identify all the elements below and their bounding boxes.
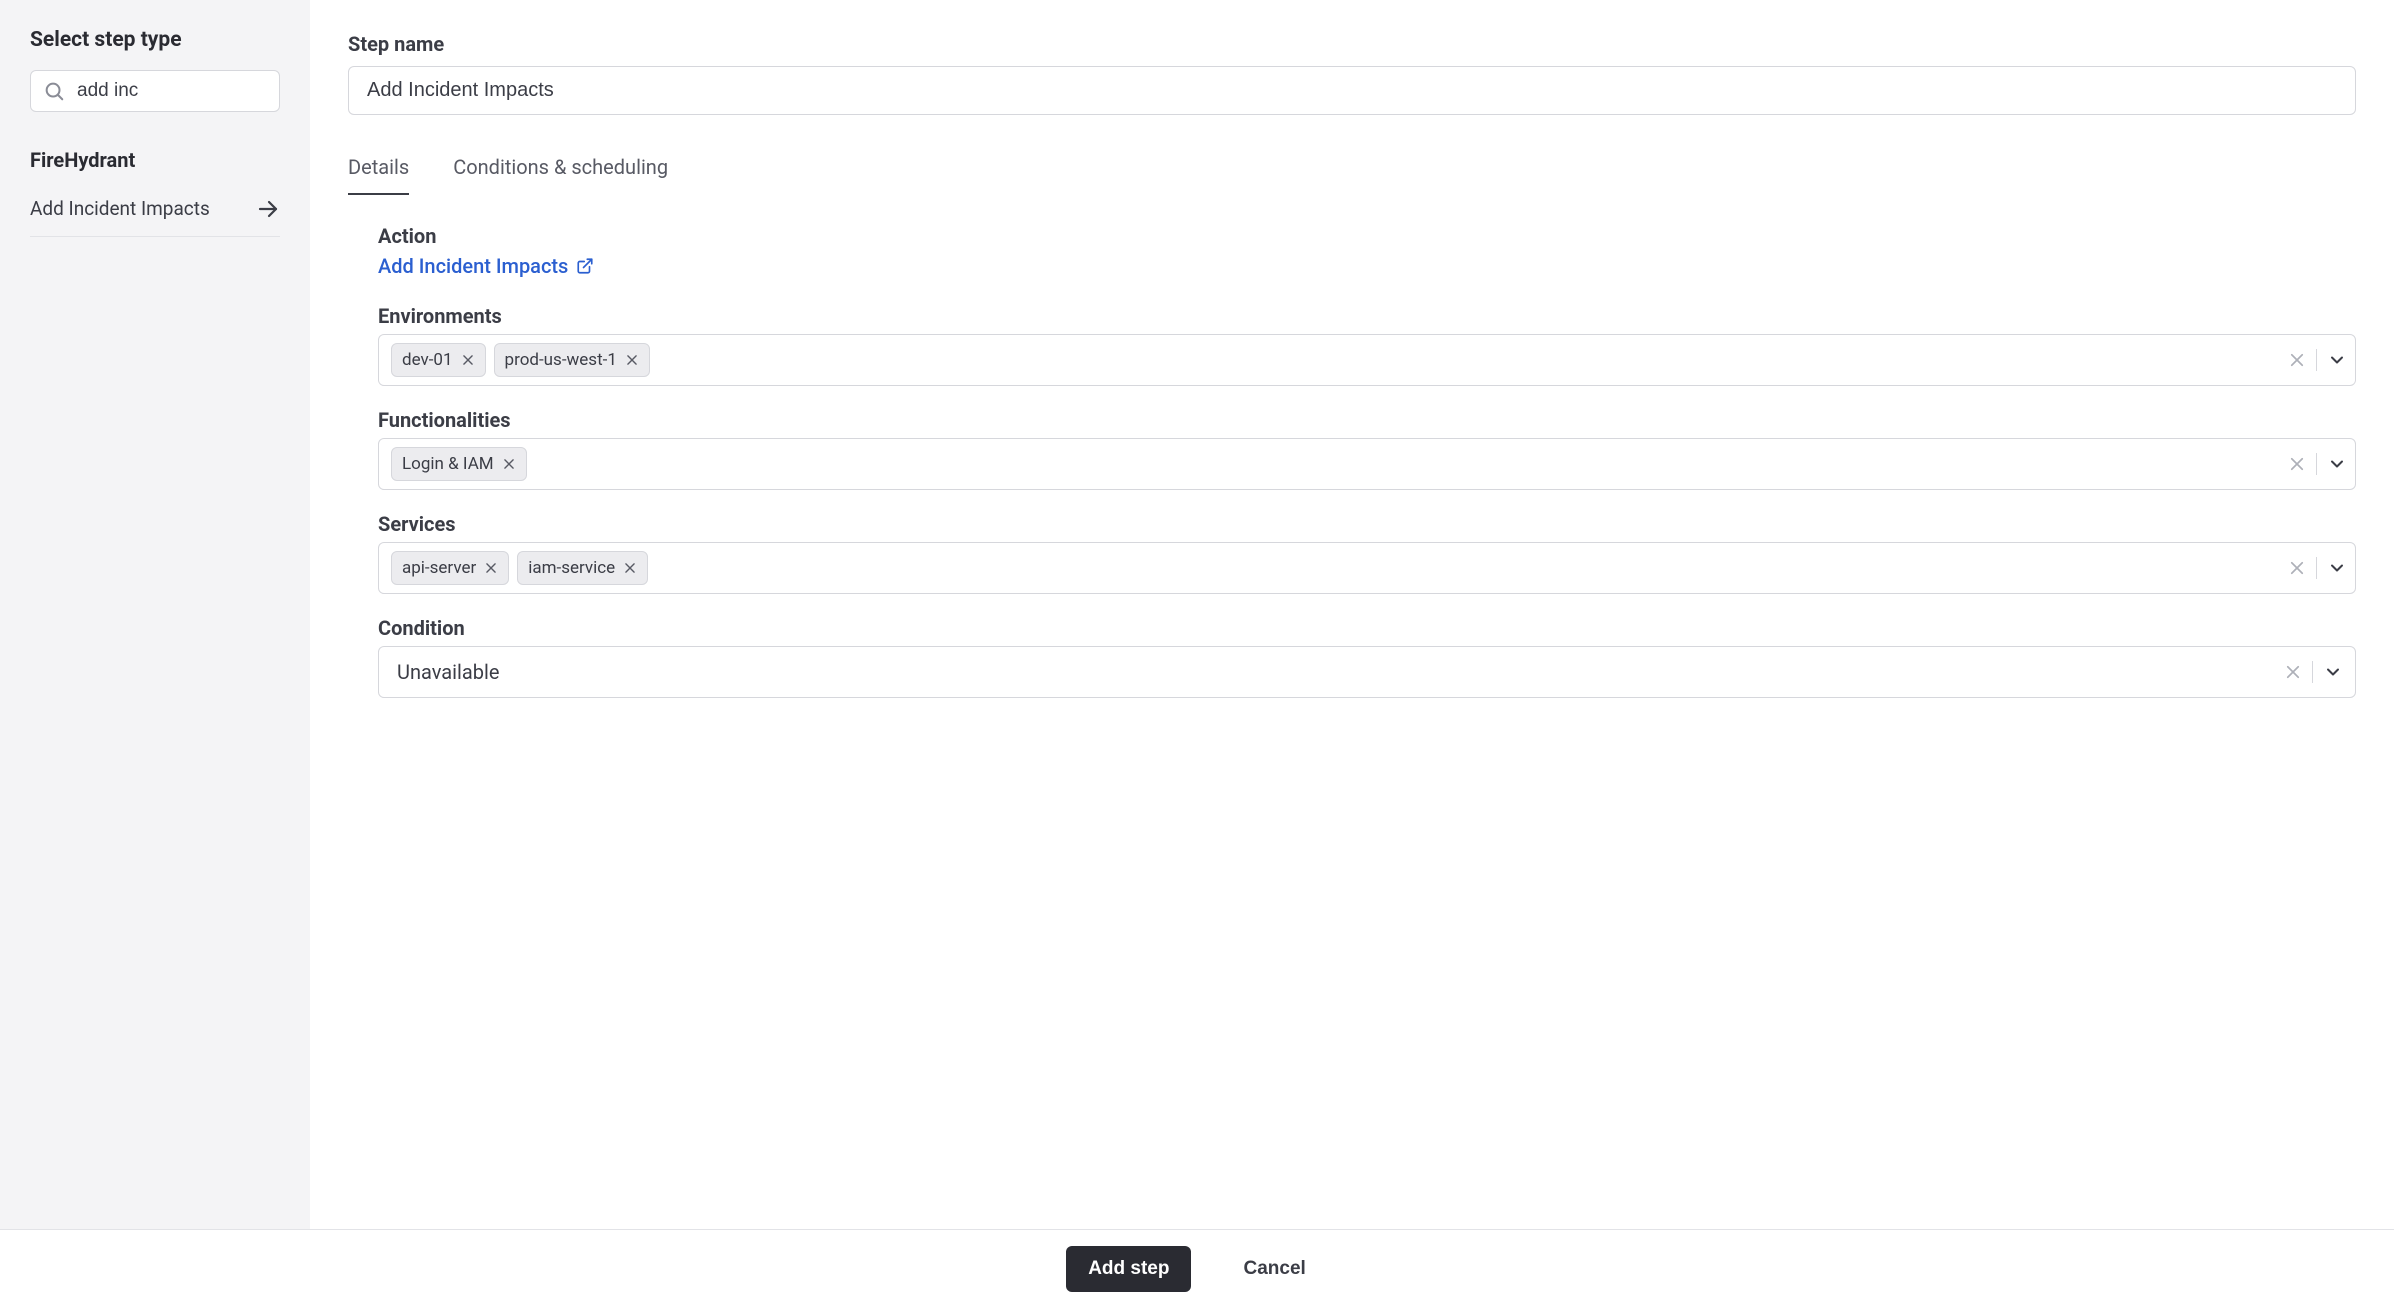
search-input[interactable] — [75, 79, 324, 103]
step-type-item-add-incident-impacts[interactable]: Add Incident Impacts — [30, 182, 280, 237]
environments-select[interactable]: dev-01 prod-us-west-1 — [378, 334, 2356, 386]
chip-prod-us-west-1: prod-us-west-1 — [494, 343, 650, 377]
footer: Add step Cancel — [0, 1229, 2394, 1308]
chip-login-iam: Login & IAM — [391, 447, 527, 481]
clear-all-icon[interactable] — [2288, 351, 2306, 369]
condition-value: Unavailable — [397, 660, 2278, 684]
divider — [2316, 453, 2317, 475]
tab-details[interactable]: Details — [348, 145, 409, 195]
clear-all-icon[interactable] — [2288, 559, 2306, 577]
environments-label: Environments — [378, 304, 2356, 328]
chevron-down-icon[interactable] — [2327, 558, 2347, 578]
cancel-button[interactable]: Cancel — [1221, 1246, 1327, 1292]
chevron-down-icon[interactable] — [2323, 662, 2343, 682]
clear-all-icon[interactable] — [2288, 455, 2306, 473]
chip-label: iam-service — [528, 558, 615, 578]
sidebar: Select step type FireHydrant Add Inciden… — [0, 0, 310, 1229]
chip-remove-icon[interactable] — [625, 353, 639, 367]
step-name-label: Step name — [348, 32, 2356, 56]
chip-label: prod-us-west-1 — [505, 350, 617, 370]
action-label: Action — [378, 224, 2356, 248]
search-icon — [43, 80, 65, 102]
chip-iam-service: iam-service — [517, 551, 648, 585]
add-step-button[interactable]: Add step — [1066, 1246, 1191, 1292]
chip-remove-icon[interactable] — [623, 561, 637, 575]
condition-select[interactable]: Unavailable — [378, 646, 2356, 698]
search-input-wrap[interactable] — [30, 70, 280, 112]
details-section: Action Add Incident Impacts Environments — [348, 224, 2356, 698]
chip-label: Login & IAM — [402, 454, 494, 474]
divider — [2316, 557, 2317, 579]
services-label: Services — [378, 512, 2356, 536]
chevron-down-icon[interactable] — [2327, 350, 2347, 370]
divider — [2312, 661, 2313, 683]
chip-api-server: api-server — [391, 551, 509, 585]
chip-remove-icon[interactable] — [461, 353, 475, 367]
chevron-down-icon[interactable] — [2327, 454, 2347, 474]
main-panel: Step name Details Conditions & schedulin… — [310, 0, 2394, 1229]
services-select[interactable]: api-server iam-service — [378, 542, 2356, 594]
action-link[interactable]: Add Incident Impacts — [378, 254, 594, 278]
condition-label: Condition — [378, 616, 2356, 640]
chip-remove-icon[interactable] — [484, 561, 498, 575]
divider — [2316, 349, 2317, 371]
arrow-right-icon — [256, 197, 280, 221]
chip-label: dev-01 — [402, 350, 453, 370]
functionalities-select[interactable]: Login & IAM — [378, 438, 2356, 490]
sidebar-group-label: FireHydrant — [30, 148, 280, 172]
clear-icon[interactable] — [2284, 663, 2302, 681]
tab-conditions-scheduling[interactable]: Conditions & scheduling — [453, 145, 668, 195]
sidebar-title: Select step type — [30, 28, 280, 52]
action-link-text: Add Incident Impacts — [378, 254, 568, 278]
functionalities-label: Functionalities — [378, 408, 2356, 432]
tabs: Details Conditions & scheduling — [348, 145, 2356, 196]
chip-remove-icon[interactable] — [502, 457, 516, 471]
step-type-item-label: Add Incident Impacts — [30, 196, 220, 222]
chip-label: api-server — [402, 558, 476, 578]
step-name-input[interactable] — [348, 66, 2356, 115]
chip-dev-01: dev-01 — [391, 343, 486, 377]
external-link-icon — [576, 257, 594, 275]
